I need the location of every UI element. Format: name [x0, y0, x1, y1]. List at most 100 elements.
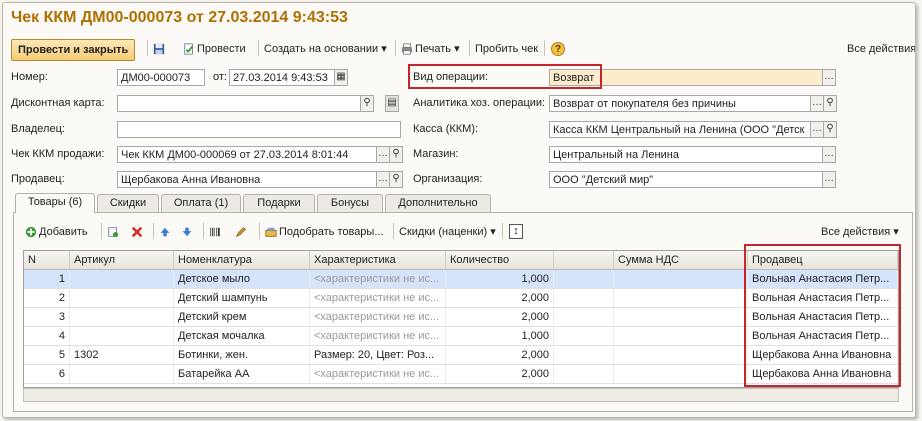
tab-bonuses[interactable]: Бонусы [317, 194, 383, 212]
tab-additional[interactable]: Дополнительно [385, 194, 491, 212]
post-button-label: Провести [197, 43, 246, 55]
plus-circle-icon [25, 226, 37, 238]
discounts-menu-button[interactable]: Скидки (наценки) ▾ [399, 222, 496, 242]
calendar-button[interactable]: ▦ [334, 69, 348, 86]
toolbar-separator [101, 223, 102, 239]
discount-card-search-button[interactable]: ⚲ [360, 95, 374, 112]
add-row-button[interactable]: Добавить [25, 222, 88, 242]
pick-goods-icon [265, 227, 277, 237]
print-button[interactable]: Печать ▾ [401, 39, 460, 59]
grid-all-actions-menu[interactable]: Все действия ▾ [821, 222, 899, 242]
copy-add-icon [108, 227, 119, 238]
floppy-disk-icon [153, 43, 165, 55]
move-up-button[interactable] [159, 222, 173, 242]
sale-check-search-button[interactable]: ⚲ [389, 146, 403, 163]
create-based-on-button[interactable]: Создать на основании ▾ [264, 39, 387, 59]
barcode-button[interactable] [209, 222, 223, 242]
kassa-field[interactable]: Касса ККМ Центральный на Ленина (ООО "Де… [549, 121, 811, 138]
column-header-article[interactable]: Артикул [70, 251, 174, 270]
cell-blank [554, 270, 614, 288]
analytics-field[interactable]: Возврат от покупателя без причины [549, 95, 811, 112]
sale-check-select-button[interactable]: … [376, 146, 390, 163]
column-header-quantity[interactable]: Количество [446, 251, 554, 270]
discount-card-field[interactable] [117, 95, 361, 112]
toolbar-separator [259, 223, 260, 239]
grid-all-actions-label: Все действия [821, 226, 891, 238]
operation-select-button[interactable]: … [822, 69, 836, 86]
cell-item: Детский крем [174, 308, 310, 326]
store-select-button[interactable]: … [822, 146, 836, 163]
horizontal-scrollbar[interactable] [23, 388, 899, 402]
seller-column-highlight [744, 244, 901, 387]
post-document-icon [184, 43, 194, 55]
toolbar-separator [203, 223, 204, 239]
document-window: Чек ККМ ДМ00-000073 от 27.03.2014 9:43:5… [2, 2, 916, 418]
toolbar-separator [502, 223, 503, 239]
save-button[interactable] [153, 39, 167, 59]
tab-gifts[interactable]: Подарки [243, 194, 315, 212]
analytics-select-button[interactable]: … [810, 95, 824, 112]
calendar-icon: ▦ [336, 71, 346, 82]
search-icon: ⚲ [826, 123, 834, 134]
owner-field[interactable] [117, 121, 401, 138]
owner-label: Владелец: [11, 123, 65, 135]
post-and-close-button[interactable]: Провести и закрыть [11, 39, 136, 61]
tab-discounts[interactable]: Скидки [97, 194, 159, 212]
number-field[interactable]: ДМ00-000073 [117, 69, 205, 86]
toolbar-separator [469, 40, 470, 56]
seller-field[interactable]: Щербакова Анна Ивановна [117, 171, 377, 188]
toolbar-separator [393, 223, 394, 239]
vertical-resize-icon: ↕ [513, 225, 519, 237]
cell-quantity: 1,000 [446, 270, 554, 288]
date-field[interactable]: 27.03.2014 9:43:53 [229, 69, 335, 86]
chevron-down-icon: ▾ [893, 226, 899, 238]
copy-row-button[interactable] [107, 222, 121, 242]
toolbar-separator [153, 223, 154, 239]
pick-goods-button[interactable]: Подобрать товары... [265, 222, 384, 242]
punch-check-button[interactable]: Пробить чек [475, 39, 538, 59]
all-actions-menu[interactable]: Все действия [847, 39, 915, 59]
tab-payment[interactable]: Оплата (1) [161, 194, 241, 212]
edit-row-button[interactable] [235, 222, 249, 242]
cell-article [70, 308, 174, 326]
org-label: Организация: [413, 173, 483, 185]
column-header-n[interactable]: N [24, 251, 70, 270]
discount-card-read-button[interactable]: ▤ [385, 95, 399, 112]
cell-vat [614, 289, 748, 307]
search-icon: ⚲ [392, 173, 400, 184]
cell-n: 4 [24, 327, 70, 345]
kassa-select-button[interactable]: … [810, 121, 824, 138]
number-label: Номер: [11, 71, 48, 83]
chevron-down-icon: ▾ [490, 226, 496, 238]
cell-article [70, 270, 174, 288]
org-select-button[interactable]: … [822, 171, 836, 188]
seller-search-button[interactable]: ⚲ [389, 171, 403, 188]
post-button[interactable]: Провести [183, 39, 246, 59]
toolbar-separator [395, 40, 396, 56]
cell-article [70, 365, 174, 383]
column-header-blank[interactable] [554, 251, 614, 270]
column-header-item[interactable]: Номенклатура [174, 251, 310, 270]
cell-characteristic: <характеристики не ис... [310, 327, 446, 345]
column-header-characteristic[interactable]: Характеристика [310, 251, 446, 270]
analytics-search-button[interactable]: ⚲ [823, 95, 837, 112]
kassa-search-button[interactable]: ⚲ [823, 121, 837, 138]
delete-row-button[interactable] [131, 222, 145, 242]
seller-select-button[interactable]: … [376, 171, 390, 188]
delete-x-icon [131, 226, 143, 238]
cell-article [70, 327, 174, 345]
move-down-button[interactable] [181, 222, 195, 242]
sale-check-field[interactable]: Чек ККМ ДМ00-000069 от 27.03.2014 8:01:4… [117, 146, 377, 163]
cell-blank [554, 346, 614, 364]
org-field[interactable]: ООО "Детский мир" [549, 171, 823, 188]
column-header-vat[interactable]: Сумма НДС [614, 251, 748, 270]
cell-characteristic: Размер: 20, Цвет: Роз... [310, 346, 446, 364]
seller-label: Продавец: [11, 173, 65, 185]
sale-check-label: Чек ККМ продажи: [11, 148, 105, 160]
store-field[interactable]: Центральный на Ленина [549, 146, 823, 163]
search-icon: ⚲ [826, 97, 834, 108]
cell-n: 6 [24, 365, 70, 383]
row-height-button[interactable]: ↕ [509, 224, 523, 239]
tab-goods[interactable]: Товары (6) [15, 193, 95, 213]
help-button[interactable]: ? [551, 42, 565, 56]
